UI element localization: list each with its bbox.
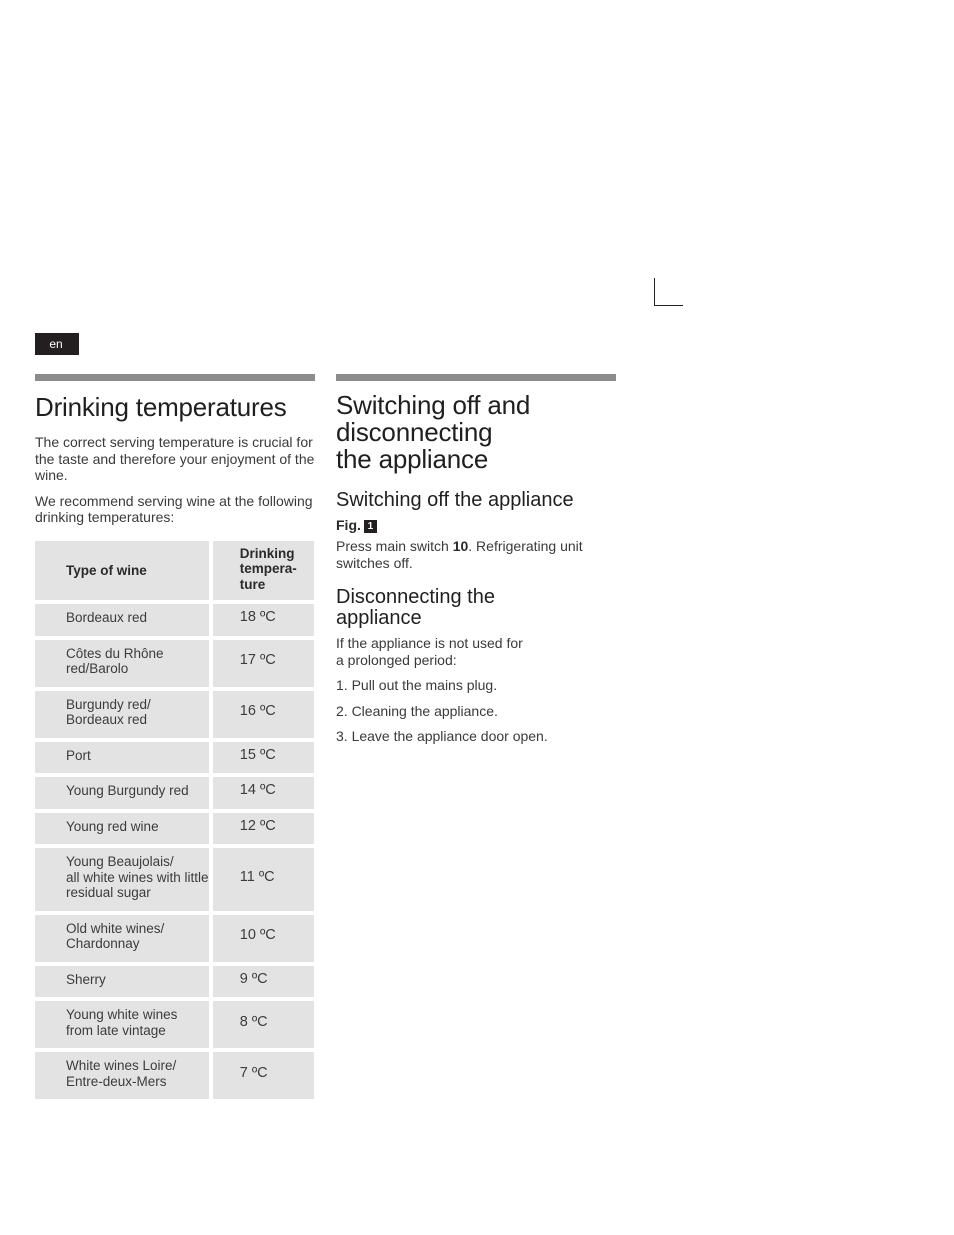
title-line: the appliance: [336, 444, 489, 474]
disconnect-intro: If the appliance is not used for a prolo…: [336, 635, 616, 668]
temperature-cell: 12 ºC: [212, 812, 314, 844]
crop-mark: [654, 278, 683, 306]
title-line: disconnecting: [336, 417, 493, 447]
table-row: Bordeaux red 18 ºC: [35, 604, 314, 636]
table-row: Côtes du Rhône red/Barolo 17 ºC: [35, 639, 314, 687]
table-row: Young white wines from late vintage 8 ºC: [35, 1001, 314, 1048]
intro-paragraph: The correct serving temperature is cruci…: [35, 434, 315, 483]
wine-type-line: White wines Loire/: [66, 1058, 177, 1073]
section-rule: [336, 374, 616, 381]
wine-type-line: Bordeaux red: [66, 712, 148, 727]
instruction-text: Press main switch: [336, 538, 453, 554]
section-rule: [35, 374, 315, 381]
header-type-of-wine: Type of wine: [35, 540, 209, 600]
step-item: 1. Pull out the mains plug.: [336, 677, 498, 693]
header-drinking-temperature: Drinking tempera- ture: [212, 540, 314, 600]
language-badge: en: [35, 333, 79, 355]
wine-type-line: Young Burgundy red: [66, 783, 189, 798]
section-title: Switching off and disconnecting the appl…: [336, 392, 616, 473]
table-header-row: Type of wine Drinking tempera- ture: [35, 540, 314, 600]
wine-type-line: Young red wine: [66, 818, 159, 834]
switch-number: 10: [452, 538, 469, 554]
disconnect-steps: 1. Pull out the mains plug. 2. Cleaning …: [336, 677, 616, 745]
temperature-cell: 18 ºC: [212, 604, 314, 636]
temperature-cell: 16 ºC: [212, 690, 314, 738]
temperature-cell: 15 ºC: [212, 741, 314, 773]
wine-type-line: Sherry: [66, 971, 106, 987]
section-title: Drinking temperatures: [35, 392, 287, 422]
wine-type-cell: Port: [35, 741, 209, 773]
wine-type-line: Young Beaujolais/: [66, 854, 174, 869]
wine-type-cell: Bordeaux red: [35, 604, 209, 636]
wine-type-line: red/Barolo: [66, 661, 129, 676]
wine-type-cell: Young red wine: [35, 812, 209, 844]
header-line: Drinking: [239, 545, 295, 561]
table-row: White wines Loire/Entre-deux-Mers 7 ºC: [35, 1052, 314, 1099]
header-line: ture: [239, 576, 266, 592]
temperature-cell: 7 ºC: [212, 1052, 314, 1099]
table-row: Young red wine 12 ºC: [35, 812, 314, 844]
intro-line: a prolonged period:: [336, 651, 457, 668]
wine-temperature-table: Type of wine Drinking tempera- ture Bord…: [31, 537, 318, 1104]
title-line: Switching off and: [336, 390, 531, 420]
table-row: Burgundy red/Bordeaux red 16 ºC: [35, 690, 314, 738]
wine-type-cell: White wines Loire/Entre-deux-Mers: [35, 1052, 209, 1099]
wine-type-cell: Côtes du Rhône red/Barolo: [35, 639, 209, 687]
header-line: tempera-: [239, 561, 297, 576]
wine-type-line: Burgundy red/: [66, 696, 151, 712]
temperature-cell: 14 ºC: [212, 777, 314, 809]
wine-type-line: Entre-deux-Mers: [66, 1073, 167, 1089]
wine-type-line: all white wines with little: [66, 869, 209, 885]
wine-type-cell: Old white wines/Chardonnay: [35, 914, 209, 962]
fig-label: Fig.: [336, 517, 361, 533]
switching-off-section: Switching off and disconnecting the appl…: [336, 374, 616, 754]
figure-reference: Fig. 1: [336, 517, 616, 533]
disconnecting-heading: Disconnecting the appliance: [336, 587, 616, 629]
drinking-temperatures-section: Drinking temperatures The correct servin…: [35, 374, 318, 1103]
heading-line: Disconnecting the: [336, 586, 495, 608]
wine-type-cell: Young Burgundy red: [35, 777, 209, 809]
heading-line: appliance: [336, 607, 422, 629]
wine-type-cell: Sherry: [35, 965, 209, 997]
wine-type-cell: Burgundy red/Bordeaux red: [35, 690, 209, 738]
temperature-cell: 8 ºC: [212, 1001, 314, 1048]
table-row: Port 15 ºC: [35, 741, 314, 773]
wine-type-line: residual sugar: [66, 885, 151, 900]
figure-number-badge: 1: [363, 520, 377, 533]
switching-off-heading: Switching off the appliance: [336, 489, 574, 511]
temperature-cell: 11 ºC: [212, 848, 314, 911]
wine-type-line: Côtes du Rhône: [66, 645, 164, 661]
wine-type-line: from late vintage: [66, 1022, 166, 1038]
wine-type-cell: Young white wines from late vintage: [35, 1001, 209, 1048]
intro-line: If the appliance is not used for: [336, 635, 523, 651]
recommendation-paragraph: We recommend serving wine at the followi…: [35, 492, 313, 526]
step-item: 2. Cleaning the appliance.: [336, 702, 498, 719]
wine-type-cell: Young Beaujolais/all white wines with li…: [35, 848, 209, 911]
table-row: Sherry 9 ºC: [35, 965, 314, 997]
wine-type-line: Port: [66, 747, 91, 763]
table-row: Young Burgundy red 14 ºC: [35, 777, 314, 809]
temperature-cell: 9 ºC: [212, 965, 314, 997]
table-row: Old white wines/Chardonnay 10 ºC: [35, 914, 314, 962]
wine-type-line: Old white wines/: [66, 920, 165, 936]
temperature-cell: 17 ºC: [212, 639, 314, 687]
wine-type-line: Young white wines: [66, 1007, 178, 1022]
table-row: Young Beaujolais/all white wines with li…: [35, 848, 314, 911]
wine-type-line: Bordeaux red: [66, 610, 148, 625]
switch-off-instruction: Press main switch 10. Refrigerating unit…: [336, 538, 616, 571]
wine-type-line: Chardonnay: [66, 936, 140, 951]
step-item: 3. Leave the appliance door open.: [336, 728, 548, 744]
temperature-cell: 10 ºC: [212, 914, 314, 962]
